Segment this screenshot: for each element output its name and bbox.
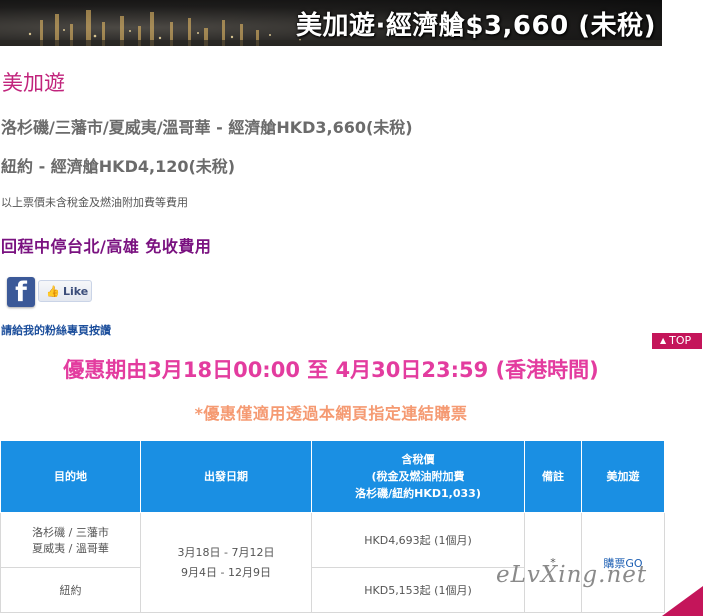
top-label: TOP (669, 334, 692, 347)
route-price-ny: 紐約 - 經濟艙HKD4,120(未稅) (1, 157, 236, 176)
cell-dates: 3月18日 - 7月12日 9月4日 - 12月9日 (140, 512, 312, 613)
col-price-line2: (稅金及燃油附加費 (371, 470, 465, 483)
table-header-row: 目的地 出發日期 含稅價 (稅金及燃油附加費 洛杉磯/紐約HKD1,033) 備… (0, 440, 665, 513)
banner-title: 美加遊·經濟艙$3,660 (未稅) (295, 11, 656, 41)
cell-destination: 洛杉磯 / 三藩市 夏威夷 / 溫哥華 (0, 512, 141, 568)
cell-price: HKD4,693起 (1個月) (311, 512, 525, 568)
stopover-note: 回程中停台北/高雄 免收費用 (1, 237, 212, 256)
fare-note: 以上票價未含稅金及燃油附加費等費用 (1, 196, 188, 209)
back-to-top-button[interactable]: ▲ TOP (652, 333, 702, 349)
thumbs-up-icon: 👍 (46, 285, 60, 298)
triangle-up-icon: ▲ (660, 336, 667, 345)
col-remarks: 備註 (524, 440, 582, 513)
promo-banner: 美加遊·經濟艙$3,660 (未稅) (0, 0, 662, 46)
cell-price: HKD5,153起 (1個月) (311, 567, 525, 613)
cell-destination: 紐約 (0, 567, 141, 613)
like-label: Like (63, 285, 89, 298)
col-price-line1: 含稅價 (401, 453, 435, 466)
promo-note: *優惠僅適用透過本網頁指定連結購票 (194, 404, 468, 423)
col-destination: 目的地 (0, 440, 141, 513)
section-heading: 美加遊 (2, 71, 65, 95)
watermark: eLvXing.net (496, 562, 648, 588)
route-price-la: 洛杉磯/三藩市/夏威夷/溫哥華 - 經濟艙HKD3,660(未稅) (1, 118, 413, 137)
facebook-like-button[interactable]: 👍 Like (38, 280, 92, 302)
dates-line1: 3月18日 - 7月12日 (177, 545, 275, 559)
fan-page-link[interactable]: 請給我的粉絲專頁按讚 (1, 322, 111, 338)
col-airline: 美加遊 (581, 440, 665, 513)
corner-decoration (662, 586, 703, 616)
dates-line2: 9月4日 - 12月9日 (181, 565, 271, 579)
facebook-icon[interactable]: f (7, 277, 35, 308)
table-row: 洛杉磯 / 三藩市 夏威夷 / 溫哥華 3月18日 - 7月12日 9月4日 -… (0, 512, 665, 613)
col-price-line3: 洛杉磯/紐約HKD1,033) (355, 487, 481, 500)
col-price: 含稅價 (稅金及燃油附加費 洛杉磯/紐約HKD1,033) (311, 440, 525, 513)
col-dates: 出發日期 (140, 440, 312, 513)
promo-period: 優惠期由3月18日00:00 至 4月30日23:59 (香港時間) (63, 358, 599, 382)
dest-line1: 洛杉磯 / 三藩市 (32, 526, 109, 539)
dest-line2: 夏威夷 / 溫哥華 (32, 542, 109, 555)
